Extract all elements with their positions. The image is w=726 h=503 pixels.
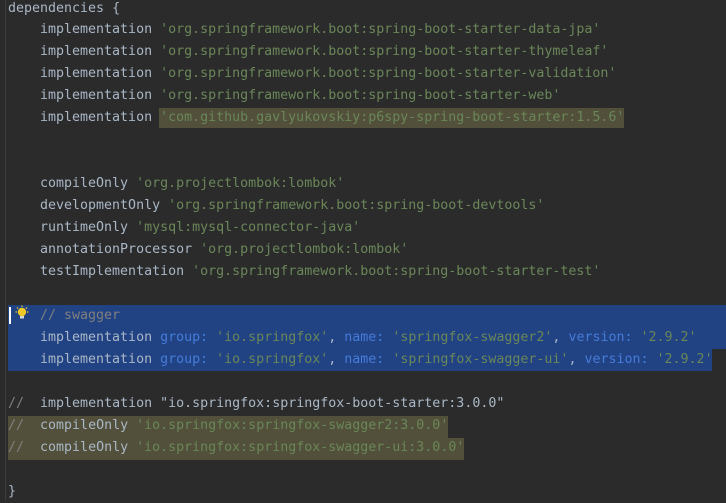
version-label: version: <box>584 352 649 367</box>
comment-slashes: // <box>8 440 25 455</box>
comment-slashes: // <box>8 396 25 411</box>
dependency-string: 'org.springframework.boot:spring-boot-st… <box>160 44 609 59</box>
code-line-impl2: implementation 'org.springframework.boot… <box>40 41 608 63</box>
dependencies-keyword: dependencies { <box>8 1 121 16</box>
code-line-swagger2: implementation group: 'io.springfox', na… <box>40 327 697 349</box>
version-value: '2.9.2' <box>640 330 697 345</box>
code-line-impl3: implementation 'org.springframework.boot… <box>40 63 616 85</box>
dependency-string: 'org.springframework.boot:spring-boot-st… <box>192 264 601 279</box>
group-value: 'io.springfox' <box>216 330 329 345</box>
code-line-commented-1: // implementation "io.springfox:springfo… <box>8 393 504 415</box>
config-keyword: runtimeOnly <box>40 220 129 235</box>
config-keyword: implementation <box>40 88 153 103</box>
code-line-commented-3: // compileOnly 'io.springfox:springfox-s… <box>8 437 464 459</box>
config-keyword: compileOnly <box>40 418 129 433</box>
name-label: name: <box>344 352 385 367</box>
code-line-impl5: implementation 'com.github.gavlyukovskiy… <box>40 107 624 129</box>
code-line-swagger-comment: // swagger <box>40 305 120 327</box>
dependency-string: 'org.projectlombok:lombok' <box>200 242 409 257</box>
config-keyword: testImplementation <box>40 264 185 279</box>
code-line-developmentOnly: developmentOnly 'org.springframework.boo… <box>40 195 544 217</box>
config-keyword: implementation <box>40 22 153 37</box>
code-line-swaggerui: implementation group: 'io.springfox', na… <box>40 349 713 371</box>
dependency-string: 'org.springframework.boot:spring-boot-st… <box>160 22 601 37</box>
code-line-compileOnly: compileOnly 'org.projectlombok:lombok' <box>40 173 344 195</box>
comma: , <box>552 330 561 345</box>
dependency-string: 'org.springframework.boot:spring-boot-st… <box>160 88 561 103</box>
config-keyword: implementation <box>40 352 153 367</box>
group-label: group: <box>160 330 209 345</box>
name-value: 'springfox-swagger-ui' <box>392 352 569 367</box>
fold-gutter <box>5 0 6 500</box>
lightbulb-icon[interactable] <box>14 305 30 321</box>
dependency-string: 'org.projectlombok:lombok' <box>136 176 345 191</box>
config-keyword: compileOnly <box>40 176 129 191</box>
code-line-commented-2: // compileOnly 'io.springfox:springfox-s… <box>8 415 448 437</box>
comma: , <box>568 352 577 367</box>
code-line-dependencies: dependencies { <box>8 0 120 20</box>
code-line-impl1: implementation 'org.springframework.boot… <box>40 19 600 41</box>
dependency-string: 'org.springframework.boot:spring-boot-st… <box>160 66 617 81</box>
code-line-impl4: implementation 'org.springframework.boot… <box>40 85 560 107</box>
dependency-string: 'io.springfox:springfox-swagger2:3.0.0' <box>136 418 449 433</box>
config-keyword: implementation <box>40 330 153 345</box>
config-keyword: developmentOnly <box>40 198 161 213</box>
config-keyword: implementation <box>40 110 153 125</box>
code-editor[interactable]: dependencies { implementation 'org.sprin… <box>0 0 726 500</box>
dependency-string: 'com.github.gavlyukovskiy:p6spy-spring-b… <box>160 110 625 125</box>
dependency-string: 'org.springframework.boot:spring-boot-de… <box>168 198 545 213</box>
code-line-annotationProcessor: annotationProcessor 'org.projectlombok:l… <box>40 239 408 261</box>
comment-slashes: // <box>8 418 25 433</box>
config-keyword: annotationProcessor <box>40 242 193 257</box>
name-value: 'springfox-swagger2' <box>392 330 553 345</box>
config-keyword: implementation <box>40 66 153 81</box>
dependency-string: 'mysql:mysql-connector-java' <box>136 220 361 235</box>
commented-dependency: implementation "io.springfox:springfox-b… <box>40 396 505 411</box>
config-keyword: compileOnly <box>40 440 129 455</box>
code-line-runtimeOnly: runtimeOnly 'mysql:mysql-connector-java' <box>40 217 360 239</box>
closing-brace: } <box>8 484 17 499</box>
group-label: group: <box>160 352 209 367</box>
dependency-string: 'io.springfox:springfox-swagger-ui:3.0.0… <box>136 440 465 455</box>
version-value: '2.9.2' <box>656 352 713 367</box>
config-keyword: implementation <box>40 44 153 59</box>
comma: , <box>328 352 337 367</box>
group-value: 'io.springfox' <box>216 352 329 367</box>
swagger-comment: // swagger <box>40 308 121 323</box>
name-label: name: <box>344 330 385 345</box>
text-caret <box>9 307 11 324</box>
version-label: version: <box>568 330 633 345</box>
code-line-testImplementation: testImplementation 'org.springframework.… <box>40 261 600 283</box>
comma: , <box>328 330 337 345</box>
